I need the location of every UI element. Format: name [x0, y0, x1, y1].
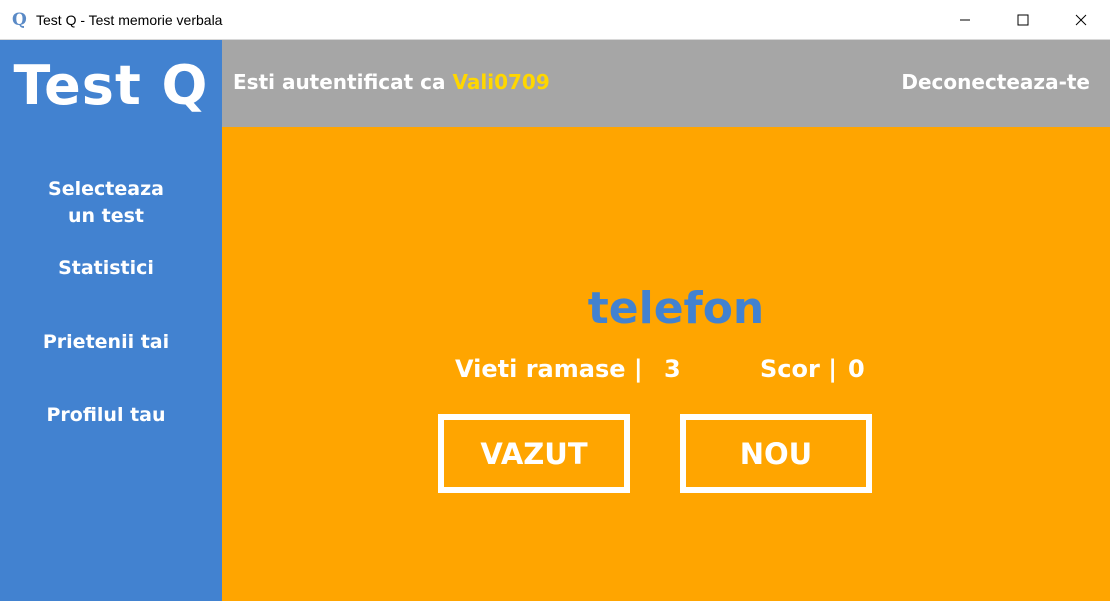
- sidebar-item-label: Prietenii tai: [42, 331, 170, 353]
- minimize-button[interactable]: [936, 0, 994, 39]
- close-icon: [1075, 14, 1087, 25]
- score-value: 0: [848, 355, 865, 383]
- minimize-icon: [960, 19, 970, 20]
- sidebar-item-label-line2: un test: [67, 205, 145, 227]
- score-label: Scor |: [760, 355, 837, 383]
- sidebar-item-statistics[interactable]: Statistici: [0, 255, 212, 282]
- sidebar-item-friends[interactable]: Prietenii tai: [0, 329, 212, 356]
- current-word: telefon: [587, 283, 765, 334]
- test-area: telefon Vieti ramase | 3 Scor | 0 VAZUT …: [222, 127, 1110, 601]
- window-title: Test Q - Test memorie verbala: [36, 11, 223, 28]
- window-controls: [936, 0, 1110, 39]
- header-bar: Esti autentificat ca Vali0709 Deconectea…: [222, 40, 1110, 127]
- sidebar: Test Q Selecteaza un test Statistici Pri…: [0, 40, 222, 601]
- sidebar-item-label: Statistici: [58, 257, 154, 279]
- auth-status: Esti autentificat ca Vali0709: [233, 70, 550, 94]
- app-q-icon: Q: [12, 9, 27, 30]
- lives-value: 3: [664, 355, 681, 383]
- window-titlebar: Q Test Q - Test memorie verbala: [0, 0, 1110, 40]
- new-button[interactable]: NOU: [680, 414, 872, 493]
- sidebar-item-profile[interactable]: Profilul tau: [0, 402, 212, 429]
- lives-label: Vieti ramase |: [455, 355, 643, 383]
- maximize-button[interactable]: [994, 0, 1052, 39]
- maximize-icon: [1017, 14, 1029, 25]
- auth-prefix: Esti autentificat ca: [233, 70, 453, 94]
- app-logo: Test Q: [13, 54, 209, 117]
- seen-button[interactable]: VAZUT: [438, 414, 630, 493]
- logout-link[interactable]: Deconecteaza-te: [901, 70, 1090, 94]
- sidebar-item-label-line1: Selecteaza: [48, 178, 164, 200]
- username: Vali0709: [452, 70, 550, 94]
- close-button[interactable]: [1052, 0, 1110, 39]
- sidebar-item-label: Profilul tau: [46, 404, 166, 426]
- sidebar-item-select-test[interactable]: Selecteaza un test: [0, 176, 212, 230]
